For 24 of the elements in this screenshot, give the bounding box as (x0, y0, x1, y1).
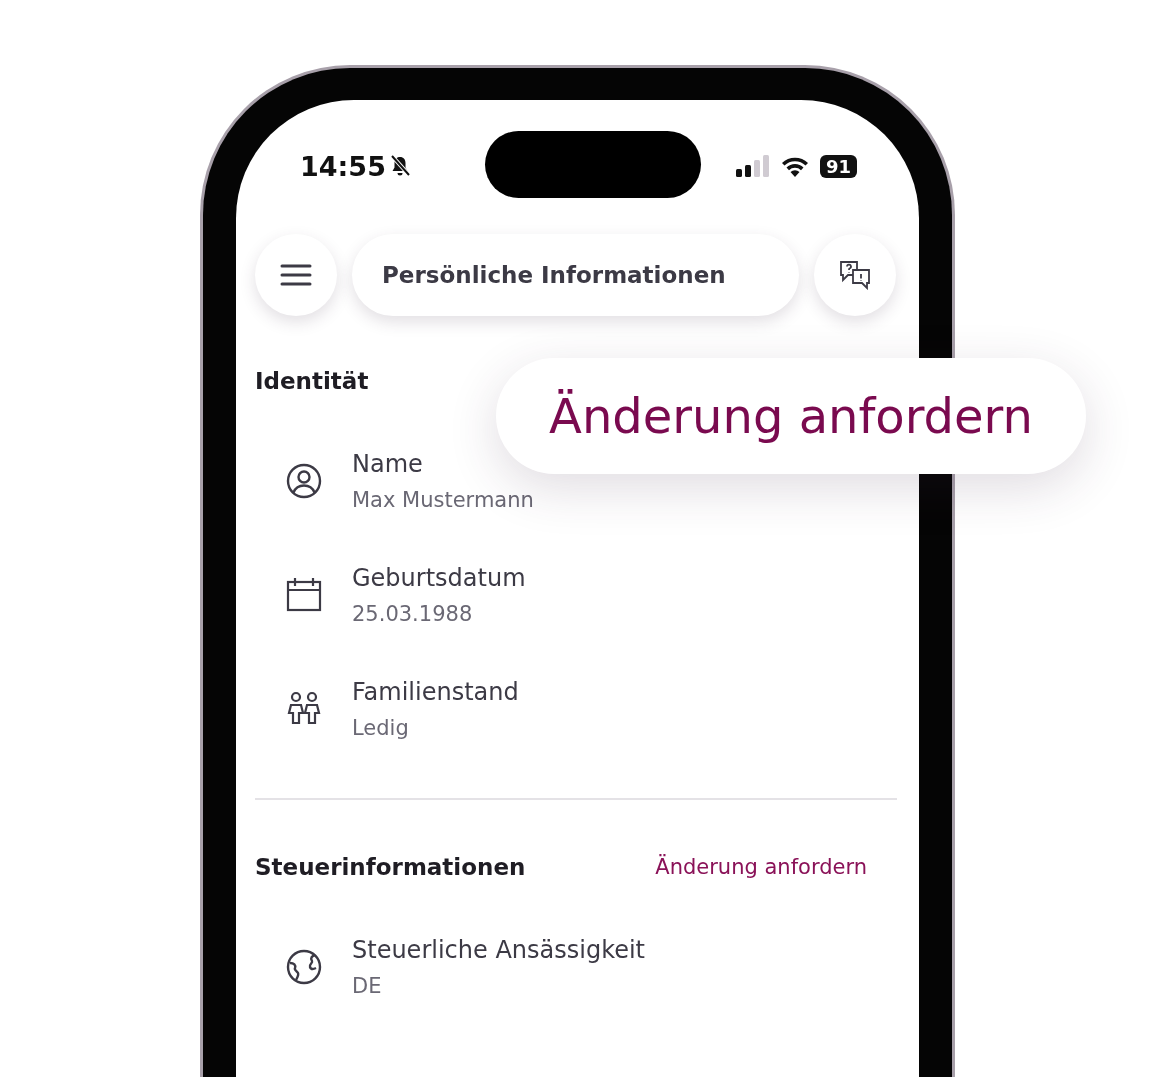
field-value: Ledig (352, 716, 410, 740)
people-icon (285, 691, 322, 727)
section-title: Identität (255, 368, 369, 394)
signal-icon (735, 155, 770, 177)
wifi-icon (779, 155, 810, 177)
bell-slash-icon (389, 155, 410, 177)
field-value: 25.03.1988 (352, 602, 474, 626)
menu-icon (280, 264, 312, 286)
chat-question-icon (839, 260, 871, 290)
status-time: 14:55 (300, 150, 386, 182)
field-label: Geburtsdatum (352, 564, 526, 592)
globe-icon (285, 949, 322, 985)
request-change-callout: Änderung anfordern (496, 358, 1086, 474)
field-value: DE (352, 974, 383, 998)
field-label: Familienstand (352, 678, 519, 706)
field-value: Max Mustermann (352, 488, 534, 512)
page-title: Persönliche Informationen (352, 234, 799, 316)
battery-level: 91 (819, 154, 857, 178)
calendar-icon (285, 577, 322, 613)
field-label: Steuerliche Ansässigkeit (352, 936, 646, 964)
section-title: Steuerinformationen (255, 854, 526, 880)
user-circle-icon (285, 463, 322, 499)
field-label: Name (352, 450, 424, 478)
request-change-link[interactable]: Änderung anfordern (655, 855, 867, 879)
